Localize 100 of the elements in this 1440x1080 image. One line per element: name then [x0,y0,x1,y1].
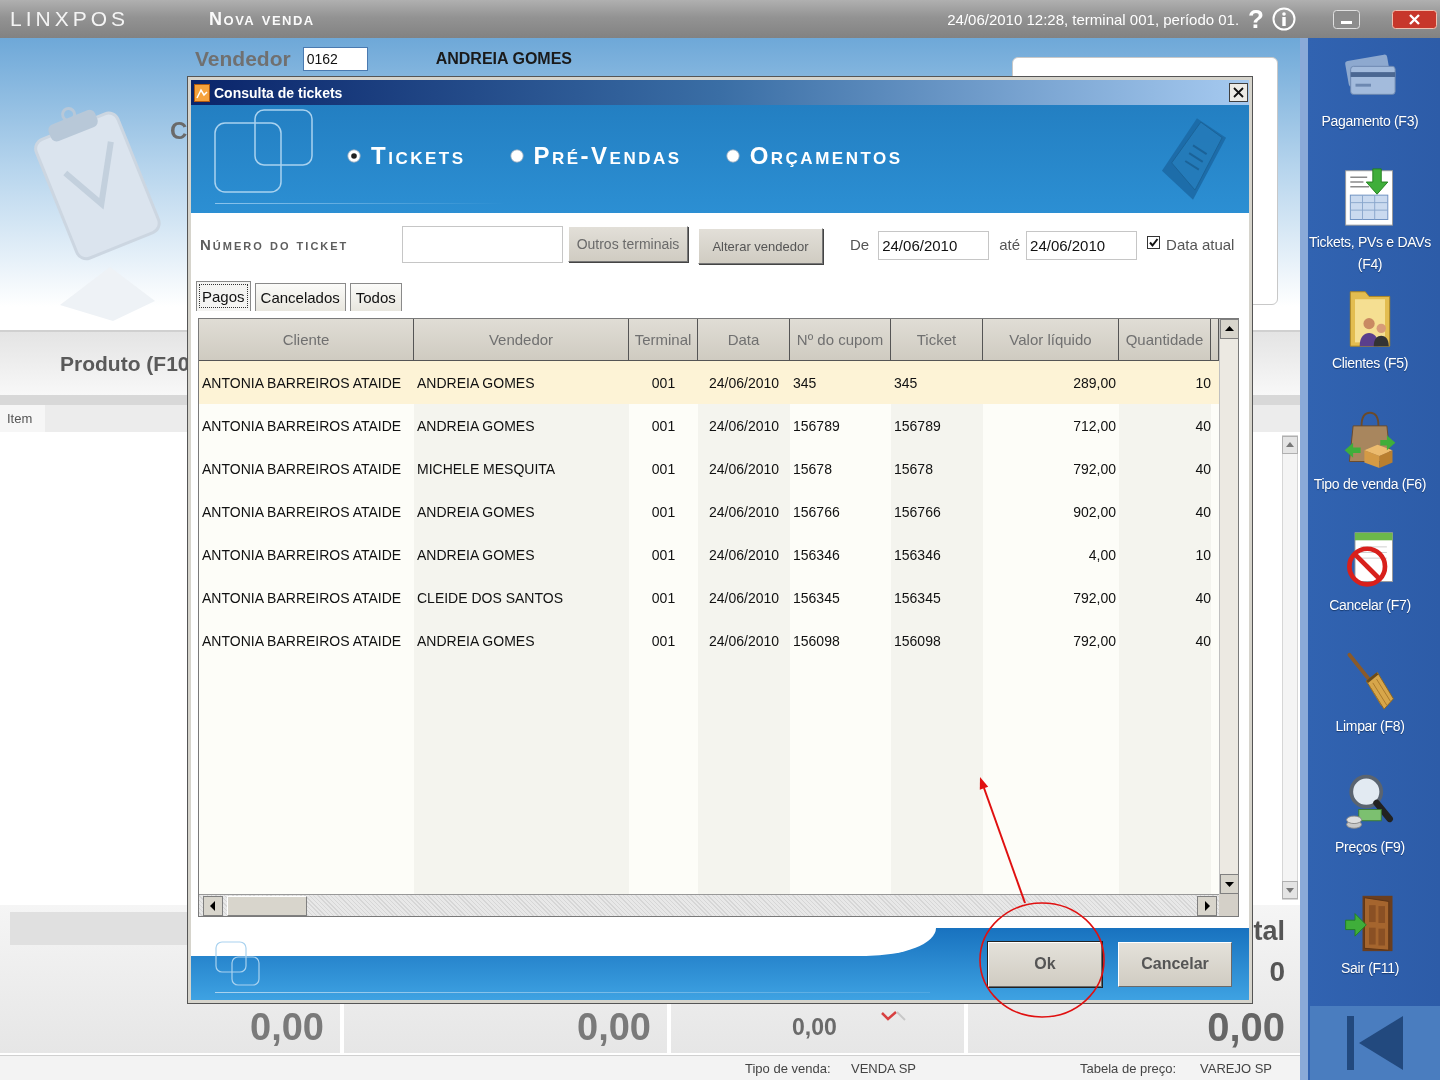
table-cell-text: 156346 [893,546,942,563]
column-header[interactable]: Valor líquido [983,319,1119,361]
table-cell-text: ANDREIA GOMES [416,374,536,391]
status-value: VENDA SP [851,1060,918,1076]
table-cell-text: 345 [893,374,919,391]
table-cell-text: ANDREIA GOMES [416,417,536,434]
change-seller-button[interactable]: Alterar vendedor [698,228,823,264]
field-label: Vendedor [195,47,291,71]
column-header[interactable]: Vendedor [414,319,629,361]
table-cell-text: ANDREIA GOMES [416,546,536,563]
table-cell-text: 792,00 [1072,632,1117,649]
table-cell-text: 15678 [893,460,934,477]
table-row[interactable]: ANTONIA BARREIROS ATAIDE ANDREIA GOMES 001 24/06/2010 156789 156789 712,00 40 [199,404,1219,447]
table-cell-text: 712,00 [1072,417,1117,434]
table-cell-text: 345 [792,374,818,391]
checkbox[interactable] [1147,235,1161,249]
table-cell-text: 156789 [792,417,841,434]
scroll-right-icon[interactable] [1197,895,1217,916]
total-label: tal [1253,915,1285,947]
radio-button[interactable] [509,149,524,163]
table-cell-text: 24/06/2010 [707,503,781,520]
scroll-left-icon[interactable] [203,895,223,916]
other-terminals-button[interactable]: Outros terminais [568,226,688,262]
table-cell-text: 902,00 [1072,503,1117,520]
radio-label[interactable]: Pré-Vendas [533,142,682,170]
sidebar-button[interactable]: Tipo de venda (F6) [1300,401,1440,522]
tick-icon [878,1010,907,1022]
table-cell-text: 001 [650,417,677,434]
field-label: até [999,235,1021,253]
table-cell-text: 001 [650,503,677,520]
table-cell-text: 40 [1194,417,1211,434]
column-header[interactable]: Nº do cupom [790,319,891,361]
sidebar-button[interactable]: Preços (F9) [1300,764,1440,885]
table-row[interactable]: ANTONIA BARREIROS ATAIDE ANDREIA GOMES 001 24/06/2010 156346 156346 4,00 10 [199,533,1219,576]
column-header[interactable] [1211,319,1219,361]
table-row[interactable]: ANTONIA BARREIROS ATAIDE MICHELE MESQUITA 001 24/06/2010 15678 15678 792,00 40 [199,447,1219,490]
table-row[interactable]: ANTONIA BARREIROS ATAIDE ANDREIA GOMES 001 24/06/2010 156766 156766 902,00 40 [199,490,1219,533]
table-cell-text: 792,00 [1072,589,1117,606]
tab[interactable]: Cancelados [254,283,346,311]
sidebar-button[interactable]: Clientes (F5) [1300,280,1440,401]
horizontal-scrollbar[interactable] [199,894,1219,916]
sidebar-button[interactable]: Cancelar (F7) [1300,522,1440,643]
back-button[interactable] [1310,1006,1440,1080]
minimize-icon[interactable] [1333,9,1360,29]
dialog-title: Consulta de tickets [214,84,343,101]
table-cell-text: ANTONIA BARREIROS ATAIDE [201,589,403,606]
column-header[interactable]: Cliente [199,319,414,361]
overlapping-squares-icon [215,941,261,987]
cancel-button[interactable]: Cancelar [1118,941,1232,987]
radio-button[interactable] [347,149,361,163]
date-field[interactable]: 24/06/2010 [1026,231,1138,260]
sidebar-button[interactable]: Pagamento (F3) [1300,38,1440,159]
table-cell-text: ANDREIA GOMES [416,503,536,520]
table-cell-text: 156098 [792,632,841,649]
date-field[interactable]: 24/06/2010 [878,231,990,260]
seller-code-field[interactable]: 0162 [302,47,368,71]
table-cell-text: MICHELE MESQUITA [416,460,557,477]
radio-label[interactable]: Tickets [371,142,466,170]
scrollbar-thumb[interactable] [227,895,307,916]
field-label: De [850,235,870,253]
table-cell-text: 4,00 [1087,546,1117,563]
checkbox-label[interactable]: Data atual [1166,235,1235,253]
table-cell-text: 24/06/2010 [707,546,781,563]
scroll-up-icon[interactable] [1220,319,1239,339]
column-header[interactable]: Data [698,319,790,361]
table-row[interactable]: ANTONIA BARREIROS ATAIDE ANDREIA GOMES 001 24/06/2010 156098 156098 792,00 40 [199,619,1219,662]
overlapping-squares-icon [214,108,314,194]
item-count: 0 [1269,957,1285,987]
table-row[interactable]: ANTONIA BARREIROS ATAIDE ANDREIA GOMES 001 24/06/2010 345 345 289,00 10 [199,361,1219,404]
tab[interactable]: Pagos [196,281,251,311]
table-cell-text: 001 [650,546,677,563]
vertical-scrollbar[interactable] [1219,319,1238,894]
table-cell-text: 24/06/2010 [707,374,781,391]
radio-button[interactable] [725,149,740,163]
seller-name: ANDREIA GOMES [435,50,572,68]
close-icon[interactable] [1229,83,1248,102]
info-icon[interactable] [1272,7,1296,31]
table-cell-text: ANTONIA BARREIROS ATAIDE [201,460,403,477]
tab[interactable]: Todos [349,283,402,311]
session-info: 24/06/2010 12:28, terminal 001, período 01. [947,10,1240,28]
table-cell-text: ANDREIA GOMES [416,632,536,649]
table-row[interactable]: ANTONIA BARREIROS ATAIDE CLEIDE DOS SANTOS 001 24/06/2010 156345 156345 792,00 40 [199,576,1219,619]
column-header[interactable]: Terminal [629,319,698,361]
table-cell-text: 156345 [792,589,841,606]
amount-value: 0,00 [250,1006,324,1048]
table-cell-text: 40 [1194,503,1211,520]
sidebar-button[interactable]: Tickets, PVs e DAVs (F4) [1300,159,1440,280]
ok-button[interactable]: Ok [988,941,1102,987]
ticket-number-field[interactable] [402,225,563,263]
column-header[interactable]: Ticket [891,319,983,361]
column-header[interactable]: Quantidade [1119,319,1211,361]
scroll-down-icon[interactable] [1220,874,1239,894]
radio-label[interactable]: Orçamentos [749,142,903,170]
product-label: Produto (F10 [60,351,190,376]
table-cell-text: 40 [1194,632,1211,649]
field-label: C [170,117,188,145]
sidebar-button[interactable]: Sair (F11) [1300,885,1440,1006]
sidebar-button[interactable]: Limpar (F8) [1300,643,1440,764]
status-label: Tipo de venda: [745,1060,832,1076]
table-cell-text: 156789 [893,417,942,434]
